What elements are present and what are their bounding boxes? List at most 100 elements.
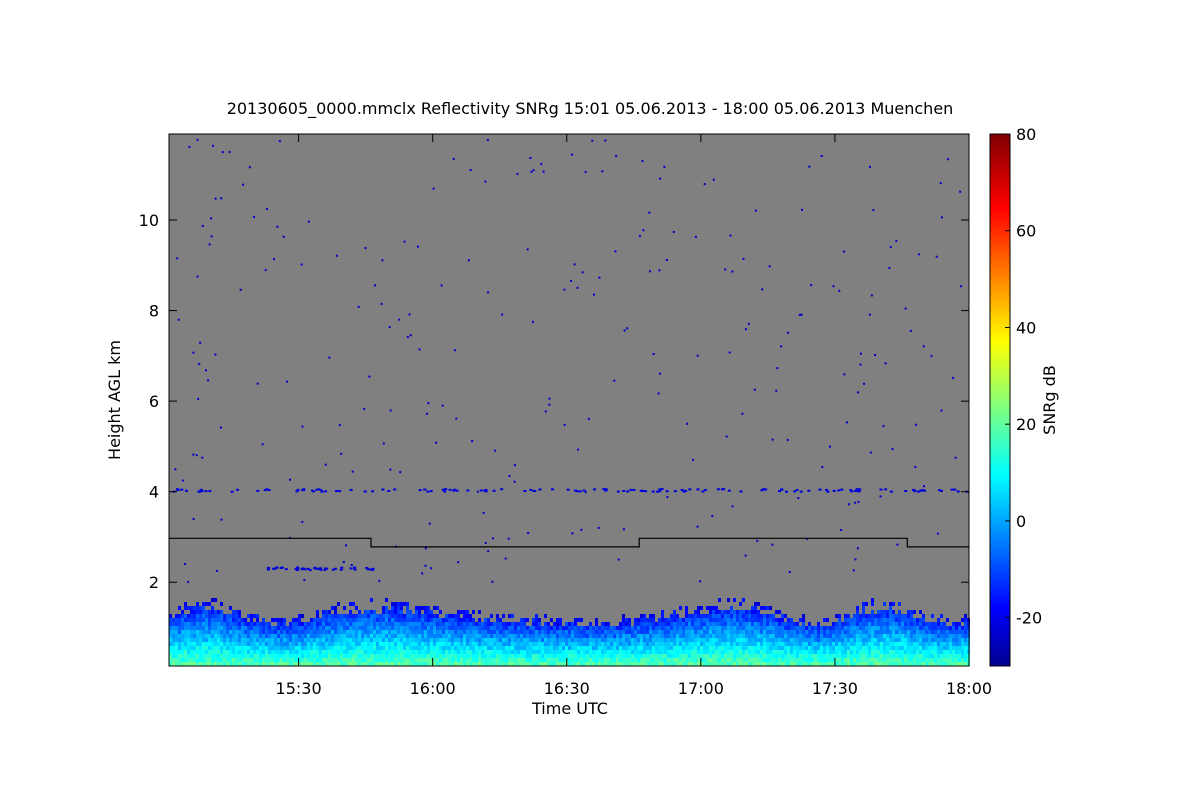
signal-cell bbox=[397, 622, 400, 626]
signal-cell bbox=[802, 646, 805, 650]
signal-cell bbox=[889, 654, 892, 658]
signal-cell bbox=[835, 650, 838, 654]
signal-cell bbox=[289, 642, 292, 646]
signal-cell bbox=[340, 634, 343, 638]
signal-cell bbox=[193, 606, 196, 610]
signal-cell bbox=[517, 650, 520, 654]
signal-cell bbox=[625, 622, 628, 626]
signal-cell bbox=[697, 614, 700, 618]
signal-cell bbox=[349, 650, 352, 654]
signal-cell bbox=[649, 658, 652, 662]
signal-cell bbox=[433, 626, 436, 630]
signal-cell bbox=[622, 626, 625, 630]
signal-cell bbox=[625, 650, 628, 654]
signal-cell bbox=[304, 646, 307, 650]
signal-cell bbox=[745, 634, 748, 638]
signal-cell bbox=[274, 646, 277, 650]
signal-cell bbox=[877, 630, 880, 634]
signal-cell bbox=[931, 626, 934, 630]
signal-cell bbox=[316, 634, 319, 638]
signal-cell bbox=[685, 606, 688, 610]
signal-cell bbox=[772, 626, 775, 630]
signal-cell bbox=[430, 618, 433, 622]
signal-cell bbox=[199, 662, 202, 666]
signal-cell bbox=[949, 654, 952, 658]
signal-cell bbox=[742, 630, 745, 634]
signal-cell bbox=[760, 622, 763, 626]
signal-cell bbox=[679, 622, 682, 626]
signal-cell bbox=[502, 658, 505, 662]
signal-cell bbox=[922, 634, 925, 638]
signal-cell bbox=[427, 658, 430, 662]
signal-cell bbox=[874, 662, 877, 666]
signal-cell bbox=[244, 662, 247, 666]
signal-cell bbox=[181, 634, 184, 638]
signal-cell bbox=[724, 610, 727, 614]
signal-cell bbox=[490, 634, 493, 638]
signal-cell bbox=[367, 650, 370, 654]
signal-cell bbox=[559, 646, 562, 650]
signal-cell bbox=[211, 654, 214, 658]
aerosol-dot bbox=[312, 490, 316, 493]
signal-cell bbox=[838, 658, 841, 662]
signal-cell bbox=[271, 618, 274, 622]
signal-cell bbox=[817, 654, 820, 658]
signal-cell bbox=[181, 638, 184, 642]
signal-cell bbox=[661, 614, 664, 618]
noise-dot bbox=[843, 373, 846, 376]
signal-cell bbox=[283, 650, 286, 654]
signal-cell bbox=[964, 634, 967, 638]
signal-cell bbox=[220, 650, 223, 654]
noise-dot bbox=[641, 160, 644, 163]
signal-cell bbox=[964, 650, 967, 654]
signal-cell bbox=[922, 626, 925, 630]
signal-cell bbox=[916, 642, 919, 646]
signal-cell bbox=[775, 618, 778, 622]
signal-cell bbox=[841, 638, 844, 642]
signal-cell bbox=[268, 630, 271, 634]
signal-cell bbox=[622, 634, 625, 638]
signal-cell bbox=[202, 634, 205, 638]
signal-cell bbox=[364, 638, 367, 642]
signal-cell bbox=[535, 650, 538, 654]
signal-cell bbox=[394, 626, 397, 630]
signal-cell bbox=[913, 626, 916, 630]
signal-cell bbox=[871, 642, 874, 646]
signal-cell bbox=[886, 626, 889, 630]
signal-cell bbox=[718, 618, 721, 622]
signal-cell bbox=[199, 610, 202, 614]
noise-dot bbox=[615, 154, 618, 157]
signal-cell bbox=[403, 650, 406, 654]
signal-cell bbox=[889, 606, 892, 610]
signal-cell bbox=[781, 658, 784, 662]
signal-cell bbox=[259, 646, 262, 650]
signal-cell bbox=[445, 622, 448, 626]
signal-cell bbox=[895, 638, 898, 642]
signal-cell bbox=[598, 642, 601, 646]
signal-cell bbox=[403, 646, 406, 650]
signal-cell bbox=[604, 622, 607, 626]
signal-cell bbox=[517, 662, 520, 666]
signal-cell bbox=[892, 646, 895, 650]
signal-cell bbox=[271, 654, 274, 658]
signal-cell bbox=[640, 646, 643, 650]
signal-cell bbox=[499, 650, 502, 654]
signal-cell bbox=[766, 638, 769, 642]
signal-cell bbox=[556, 622, 559, 626]
signal-cell bbox=[244, 626, 247, 630]
signal-cell bbox=[355, 622, 358, 626]
signal-cell bbox=[718, 630, 721, 634]
signal-cell bbox=[835, 630, 838, 634]
signal-cell bbox=[379, 654, 382, 658]
signal-cell bbox=[385, 642, 388, 646]
signal-cell bbox=[553, 626, 556, 630]
chart-title: 20130605_0000.mmclx Reflectivity SNRg 15… bbox=[227, 99, 954, 119]
signal-cell bbox=[736, 634, 739, 638]
signal-cell bbox=[655, 662, 658, 666]
signal-cell bbox=[568, 626, 571, 630]
signal-cell bbox=[514, 622, 517, 626]
colorbar-ticks: -20020406080 bbox=[1005, 125, 1042, 628]
signal-cell bbox=[529, 662, 532, 666]
signal-cell bbox=[337, 642, 340, 646]
signal-cell bbox=[220, 622, 223, 626]
